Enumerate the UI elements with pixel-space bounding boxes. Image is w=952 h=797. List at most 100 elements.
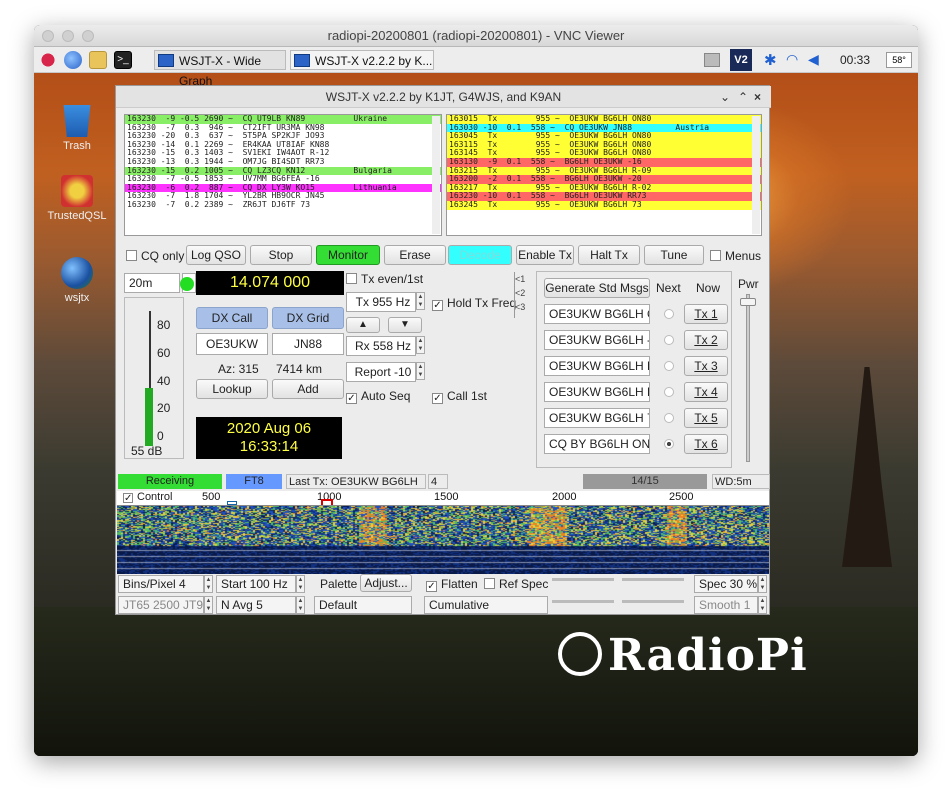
flatten-checkbox[interactable]: ✓ Flatten bbox=[426, 577, 478, 592]
tx-now-button[interactable]: Tx 5 bbox=[684, 408, 728, 428]
pwr-slider-track[interactable] bbox=[746, 294, 750, 462]
navg-spinbox[interactable]: N Avg 5 bbox=[216, 596, 296, 614]
gain-slider[interactable] bbox=[552, 578, 614, 581]
volume-icon[interactable]: ◀ bbox=[808, 51, 819, 68]
tx-now-button[interactable]: Tx 6 bbox=[684, 434, 728, 454]
tab-selector[interactable]: <1 <2 <3 bbox=[514, 272, 538, 318]
add-button[interactable]: Add bbox=[272, 379, 344, 399]
spectrum-select[interactable]: Cumulative bbox=[424, 596, 548, 614]
taskbar-app-wsjtx[interactable]: WSJT-X v2.2.2 by K... bbox=[290, 50, 434, 70]
next-radio[interactable] bbox=[664, 309, 674, 319]
wsjtx-titlebar[interactable]: WSJT-X v2.2.2 by K1JT, G4WJS, and K9AN bbox=[116, 86, 771, 108]
tx-message-input[interactable]: CQ BY BG6LH ON80 bbox=[544, 434, 650, 454]
cq-only-checkbox[interactable]: CQ only bbox=[126, 249, 184, 263]
scrollbar[interactable] bbox=[432, 116, 440, 234]
report-spinbox[interactable]: Report -10 bbox=[346, 362, 416, 382]
desktop-icon-trustedqsl[interactable]: TrustedQSL bbox=[42, 175, 112, 222]
log-qso-button[interactable]: Log QSO bbox=[186, 245, 246, 265]
tx-message-input[interactable]: OE3UKW BG6LH -10 bbox=[544, 330, 650, 350]
bins-pixel-spinbox[interactable]: Bins/Pixel 4 bbox=[118, 575, 204, 593]
decode-line[interactable]: 163230 -7 0.2 2389 ~ ZR6JT DJ6TF 73 bbox=[125, 200, 441, 210]
clipboard-icon[interactable] bbox=[704, 53, 720, 67]
azimuth: Az: 315 bbox=[218, 362, 259, 376]
tx-now-button[interactable]: Tx 1 bbox=[684, 304, 728, 324]
scrollbar[interactable] bbox=[752, 116, 760, 234]
menus-checkbox[interactable]: Menus bbox=[710, 249, 761, 263]
spin-arrows-icon[interactable]: ▲ ▼ bbox=[204, 575, 213, 593]
control-checkbox[interactable]: ✓ Control bbox=[123, 491, 172, 504]
call-1st-checkbox[interactable]: ✓ Call 1st bbox=[432, 389, 487, 404]
next-radio[interactable] bbox=[664, 335, 674, 345]
rx-frequency-spinbox[interactable]: Rx 558 Hz bbox=[346, 336, 416, 356]
file-manager-icon[interactable] bbox=[89, 51, 107, 69]
zero2-slider[interactable] bbox=[622, 600, 684, 603]
adjust-button[interactable]: Adjust... bbox=[360, 574, 412, 592]
tx-now-button[interactable]: Tx 3 bbox=[684, 356, 728, 376]
generate-std-msgs-button[interactable]: Generate Std Msgs bbox=[544, 278, 650, 298]
spin-arrows-icon[interactable]: ▲ ▼ bbox=[296, 596, 305, 614]
spec-spinbox[interactable]: Spec 30 % bbox=[694, 575, 758, 593]
spin-arrows-icon[interactable]: ▲ ▼ bbox=[204, 596, 213, 614]
spin-arrows-icon[interactable]: ▲ ▼ bbox=[416, 362, 425, 380]
start-spinbox[interactable]: Start 100 Hz bbox=[216, 575, 296, 593]
terminal-icon[interactable]: >_ bbox=[114, 51, 132, 69]
pwr-slider-handle[interactable] bbox=[740, 298, 756, 306]
auto-seq-checkbox[interactable]: ✓ Auto Seq bbox=[346, 389, 410, 404]
chevron-down-icon[interactable]: ⌄ bbox=[720, 90, 730, 104]
tx-even-checkbox[interactable]: Tx even/1st bbox=[346, 272, 423, 286]
dx-call-input[interactable]: OE3UKW bbox=[196, 333, 268, 355]
tx-message-input[interactable]: OE3UKW BG6LH RRR bbox=[544, 382, 650, 402]
stop-button[interactable]: Stop bbox=[250, 245, 312, 265]
ref-spec-checkbox[interactable]: Ref Spec bbox=[484, 577, 548, 591]
erase-button[interactable]: Erase bbox=[384, 245, 446, 265]
gain2-slider[interactable] bbox=[552, 600, 614, 603]
rx-frequency-pane[interactable]: 163015 Tx 955 ~ OE3UKW BG6LH ON80 163030 … bbox=[446, 114, 762, 236]
tx-message-input[interactable]: OE3UKW BG6LH 7 bbox=[544, 408, 650, 428]
spin-arrows-icon[interactable]: ▲ ▼ bbox=[758, 575, 767, 593]
web-browser-icon[interactable] bbox=[64, 51, 82, 69]
taskbar-app-wide-graph[interactable]: WSJT-X - Wide Graph bbox=[154, 50, 286, 88]
next-radio[interactable] bbox=[664, 413, 674, 423]
tx-message-input[interactable]: OE3UKW BG6LH ON8 bbox=[544, 304, 650, 324]
halt-tx-button[interactable]: Halt Tx bbox=[578, 245, 640, 265]
hold-tx-freq-checkbox[interactable]: ✓ Hold Tx Freq bbox=[432, 296, 516, 311]
tx-message-input[interactable]: OE3UKW BG6LH R-1 bbox=[544, 356, 650, 376]
next-radio[interactable] bbox=[664, 439, 674, 449]
chevron-up-icon[interactable]: ⌃ bbox=[738, 90, 748, 104]
desktop-icon-trash[interactable]: Trash bbox=[42, 105, 112, 152]
spin-arrows-icon[interactable]: ▲ ▼ bbox=[416, 292, 425, 310]
spin-arrows-icon[interactable]: ▲ ▼ bbox=[296, 575, 305, 593]
dx-grid-input[interactable]: JN88 bbox=[272, 333, 344, 355]
zero-slider[interactable] bbox=[622, 578, 684, 581]
jt65-range[interactable]: JT65 2500 JT9 bbox=[118, 596, 204, 614]
raspberry-menu-icon[interactable] bbox=[39, 51, 57, 69]
clock[interactable]: 00:33 bbox=[840, 53, 870, 67]
tx-frequency-spinbox[interactable]: Tx 955 Hz bbox=[346, 292, 416, 312]
smooth-spinbox[interactable]: Smooth 1 bbox=[694, 596, 758, 614]
next-radio[interactable] bbox=[664, 361, 674, 371]
band-select[interactable]: 20m bbox=[124, 273, 180, 293]
close-icon[interactable]: × bbox=[754, 90, 761, 104]
waterfall-display[interactable] bbox=[117, 506, 769, 574]
decode-line[interactable]: 163245 Tx 955 ~ OE3UKW BG6LH 73 bbox=[447, 200, 761, 210]
freq-up-button[interactable]: ▲ bbox=[346, 317, 380, 333]
freq-down-button[interactable]: ▼ bbox=[388, 317, 422, 333]
monitor-button[interactable]: Monitor bbox=[316, 245, 380, 265]
spin-arrows-icon[interactable]: ▲ ▼ bbox=[758, 596, 767, 614]
bluetooth-icon[interactable]: ✱ bbox=[764, 51, 777, 69]
vnc-titlebar[interactable]: radiopi-20200801 (radiopi-20200801) - VN… bbox=[34, 25, 918, 47]
band-activity-pane[interactable]: 163230 -9 -0.5 2690 ~ CQ UT9LB KN89 Ukra… bbox=[124, 114, 442, 236]
vnc-server-icon[interactable]: V2 bbox=[730, 49, 752, 71]
next-radio[interactable] bbox=[664, 387, 674, 397]
spin-arrows-icon[interactable]: ▲ ▼ bbox=[416, 336, 425, 354]
enable-tx-button[interactable]: Enable Tx bbox=[516, 245, 574, 265]
decode-button[interactable]: Decode bbox=[448, 245, 512, 265]
desktop-icon-wsjtx[interactable]: wsjtx bbox=[42, 257, 112, 304]
wifi-icon[interactable]: ◠ bbox=[786, 51, 798, 68]
frequency-ruler[interactable]: ✓ Control 500 1000 1500 2000 2500 bbox=[117, 491, 769, 506]
tx-now-button[interactable]: Tx 2 bbox=[684, 330, 728, 350]
palette-select[interactable]: Default bbox=[314, 596, 412, 614]
tune-button[interactable]: Tune bbox=[644, 245, 704, 265]
tx-now-button[interactable]: Tx 4 bbox=[684, 382, 728, 402]
lookup-button[interactable]: Lookup bbox=[196, 379, 268, 399]
